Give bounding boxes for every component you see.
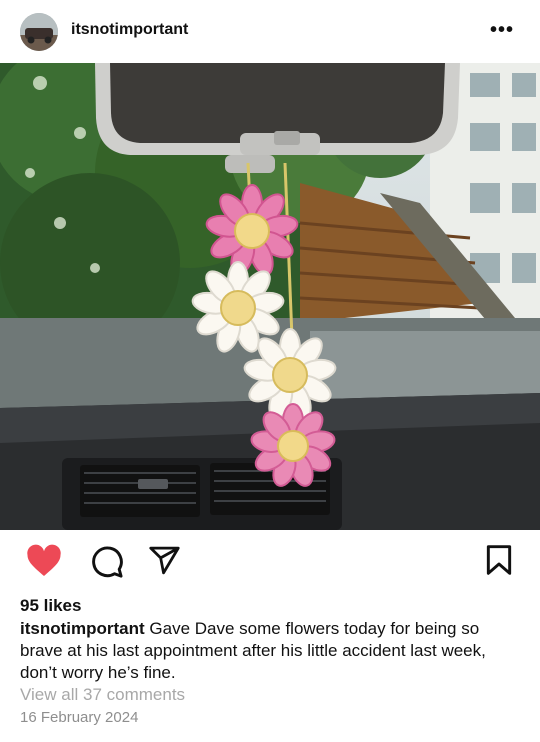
heart-filled-icon[interactable] <box>26 544 62 583</box>
post-caption: itsnotimportant Gave Dave some flowers t… <box>20 618 525 684</box>
post-date: 16 February 2024 <box>20 709 139 726</box>
post-image[interactable] <box>0 63 540 530</box>
view-comments-link[interactable]: View all 37 comments <box>20 685 185 705</box>
caption-username[interactable]: itsnotimportant <box>20 619 145 638</box>
post-actions <box>0 530 540 592</box>
ellipsis-icon[interactable]: ••• <box>490 19 514 42</box>
bookmark-icon[interactable] <box>485 544 513 581</box>
comment-icon[interactable] <box>89 544 124 584</box>
send-icon[interactable] <box>148 544 181 582</box>
post-header: itsnotimportant ••• <box>0 0 540 63</box>
likes-count[interactable]: 95 likes <box>20 596 81 616</box>
post-username[interactable]: itsnotimportant <box>71 21 188 39</box>
avatar[interactable] <box>20 13 58 51</box>
